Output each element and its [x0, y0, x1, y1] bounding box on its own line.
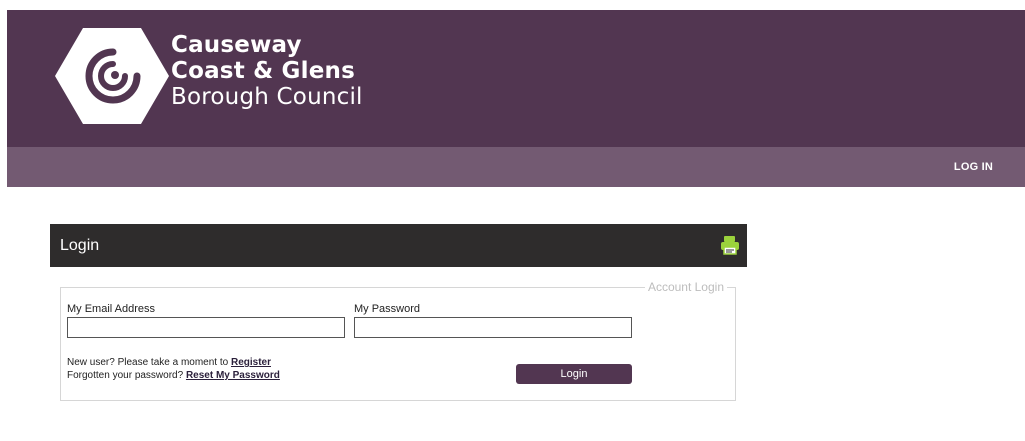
- reset-prompt: Forgotten your password?: [67, 370, 186, 381]
- reset-line: Forgotten your password? Reset My Passwo…: [67, 369, 280, 382]
- login-fieldset: Account Login My Email Address My Passwo…: [60, 279, 736, 401]
- login-button[interactable]: Login: [516, 364, 632, 384]
- fieldset-legend: Account Login: [644, 279, 727, 295]
- password-field[interactable]: [354, 317, 632, 338]
- reset-password-link[interactable]: Reset My Password: [186, 370, 280, 381]
- nav-bar: LOG IN: [7, 147, 1025, 187]
- email-field[interactable]: [67, 317, 345, 338]
- register-link[interactable]: Register: [231, 357, 271, 368]
- email-label: My Email Address: [67, 303, 156, 315]
- panel-header: Login: [50, 224, 747, 267]
- brand-line-3: Borough Council: [171, 84, 363, 110]
- council-name[interactable]: Causeway Coast & Glens Borough Council: [171, 32, 363, 110]
- register-prompt: New user? Please take a moment to: [67, 357, 231, 368]
- register-line: New user? Please take a moment to Regist…: [67, 356, 271, 369]
- nav-login-link[interactable]: LOG IN: [954, 147, 993, 187]
- brand-line-2: Coast & Glens: [171, 58, 355, 84]
- print-icon[interactable]: [721, 235, 739, 255]
- password-label: My Password: [354, 303, 421, 315]
- brand-line-1: Causeway: [171, 32, 302, 58]
- page-title: Login: [60, 237, 100, 254]
- site-header: Causeway Coast & Glens Borough Council: [7, 10, 1025, 147]
- council-logo-icon[interactable]: [53, 26, 171, 126]
